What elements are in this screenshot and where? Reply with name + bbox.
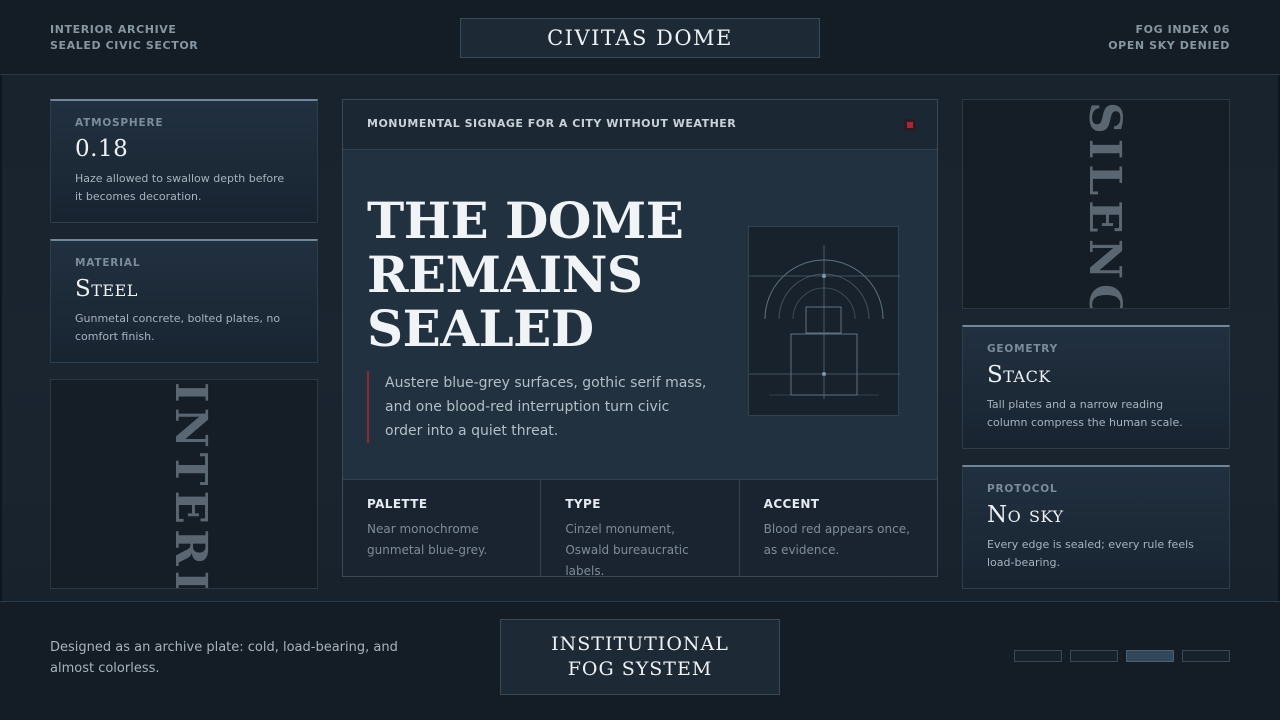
vertical-word-interior: INTERIOR: [165, 382, 216, 589]
header-right-meta: FOG INDEX 06 OPEN SKY DENIED: [1108, 22, 1230, 54]
geometry-card: GEOMETRY Stack Tall plates and a narrow …: [962, 325, 1230, 449]
headline-line-2: REMAINS: [367, 245, 643, 304]
card-label: MATERIAL: [75, 257, 141, 269]
pager-dot-1[interactable]: [1014, 650, 1062, 662]
column-description: Blood red appears once, as evidence.: [763, 522, 910, 557]
header-left-line2: SEALED CIVIC SECTOR: [50, 39, 199, 52]
card-label: GEOMETRY: [987, 343, 1059, 355]
main-panel-footer: PALETTE Near monochrome gunmetal blue-gr…: [343, 479, 937, 578]
main-headline: THE DOME REMAINS SEALED: [367, 194, 727, 356]
main-panel: MONUMENTAL SIGNAGE FOR A CITY WITHOUT WE…: [342, 99, 938, 578]
column-label: ACCENT: [763, 497, 820, 511]
header-right-line2: OPEN SKY DENIED: [1108, 39, 1230, 52]
card-value: No sky: [987, 502, 1064, 528]
card-description: Haze allowed to swallow depth before it …: [75, 172, 285, 203]
card-label: ATMOSPHERE: [75, 117, 164, 129]
dome-diagram-icon: [748, 226, 900, 416]
header-bar: INTERIOR ARCHIVE SEALED CIVIC SECTOR CIV…: [0, 0, 1280, 75]
footer-plate: INSTITUTIONAL FOG SYSTEM: [500, 619, 780, 695]
card-description: Tall plates and a narrow reading column …: [987, 398, 1183, 429]
pager-dot-4[interactable]: [1182, 650, 1230, 662]
header-left-line1: INTERIOR ARCHIVE: [50, 23, 177, 36]
card-value: Stack: [987, 362, 1051, 388]
main-quote: Austere blue-grey surfaces, gothic serif…: [367, 371, 707, 443]
footer-note: Designed as an archive plate: cold, load…: [50, 640, 398, 676]
silence-vertical-panel: SILENCE: [962, 99, 1230, 309]
pager-dot-3[interactable]: [1126, 650, 1174, 662]
type-column: TYPE Cinzel monument, Oswald bureaucrati…: [541, 480, 740, 578]
header-left-meta: INTERIOR ARCHIVE SEALED CIVIC SECTOR: [50, 22, 198, 54]
card-description: Gunmetal concrete, bolted plates, no com…: [75, 312, 281, 343]
accent-column: ACCENT Blood red appears once, as eviden…: [740, 480, 937, 576]
atmosphere-card: ATMOSPHERE 0.18 Haze allowed to swallow …: [50, 99, 318, 223]
material-card: MATERIAL Steel Gunmetal concrete, bolted…: [50, 239, 318, 363]
dome-diagram-svg: [749, 245, 900, 399]
title-plate: CIVITAS DOME: [460, 18, 820, 58]
vertical-word-silence: SILENCE: [1079, 102, 1130, 309]
card-description: Every edge is sealed; every rule feels l…: [987, 538, 1194, 569]
column-description: Near monochrome gunmetal blue-grey.: [367, 522, 488, 557]
column-label: TYPE: [565, 497, 601, 511]
header-right-line1: FOG INDEX 06: [1135, 23, 1230, 36]
card-label: PROTOCOL: [987, 483, 1058, 495]
card-value: 0.18: [75, 136, 129, 162]
column-label: PALETTE: [367, 497, 428, 511]
column-description: Cinzel monument, Oswald bureaucratic lab…: [565, 522, 689, 578]
main-kicker: MONUMENTAL SIGNAGE FOR A CITY WITHOUT WE…: [367, 117, 737, 130]
palette-column: PALETTE Near monochrome gunmetal blue-gr…: [343, 480, 542, 576]
alert-indicator-icon: [904, 119, 916, 131]
pager: [1014, 650, 1230, 662]
protocol-card: PROTOCOL No sky Every edge is sealed; ev…: [962, 465, 1230, 589]
footer-bar: Designed as an archive plate: cold, load…: [0, 601, 1280, 720]
pager-dot-2[interactable]: [1070, 650, 1118, 662]
interior-vertical-panel: INTERIOR: [50, 379, 318, 589]
headline-line-1: THE DOME: [367, 191, 684, 250]
main-panel-header: MONUMENTAL SIGNAGE FOR A CITY WITHOUT WE…: [343, 100, 937, 150]
card-value: Steel: [75, 276, 138, 302]
headline-line-3: SEALED: [367, 299, 594, 358]
